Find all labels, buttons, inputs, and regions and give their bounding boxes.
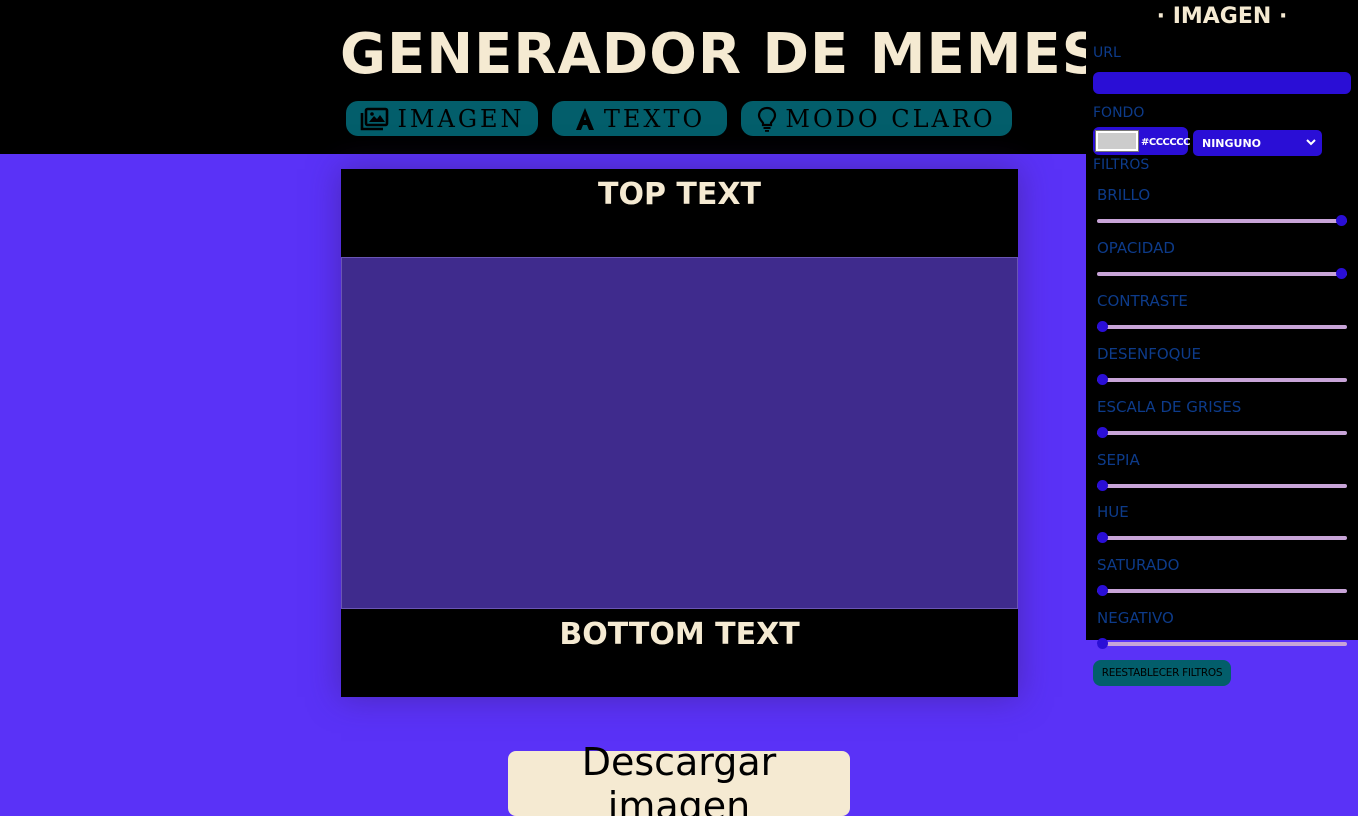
- reset-filters-button[interactable]: REESTABLECER FILTROS: [1093, 660, 1231, 686]
- app-title: GENERADOR DE MEMES: [340, 22, 1104, 87]
- filter-label: OPACIDAD: [1097, 238, 1175, 257]
- filter-label: BRILLO: [1097, 186, 1151, 204]
- filter-slider-track[interactable]: [1097, 589, 1347, 594]
- lightbulb-icon: [757, 106, 777, 132]
- filter-slider-track[interactable]: [1097, 219, 1347, 223]
- filter-slider-track[interactable]: [1097, 430, 1347, 435]
- filter-label: DESENFOQUE: [1097, 344, 1201, 363]
- filter-slider-thumb[interactable]: [1097, 532, 1108, 544]
- color-hex-value: #CCCCCC: [1141, 137, 1190, 148]
- filter-slider-track[interactable]: [1097, 536, 1347, 541]
- filter-label: SEPIA: [1097, 450, 1140, 469]
- filter-slider-row: DESENFOQUE: [1097, 345, 1347, 397]
- blend-mode-select[interactable]: NINGUNO: [1193, 130, 1322, 156]
- filter-slider-thumb[interactable]: [1097, 426, 1108, 438]
- filter-slider-thumb[interactable]: [1097, 373, 1108, 385]
- text-icon: [574, 107, 596, 131]
- url-input[interactable]: [1093, 72, 1351, 94]
- chevron-down-icon: [1305, 136, 1317, 151]
- modo-claro-button[interactable]: MODO CLARO: [741, 101, 1012, 136]
- filter-slider-row: BRILLO: [1097, 186, 1347, 238]
- filter-slider-thumb[interactable]: [1097, 638, 1108, 650]
- bottom-text: BOTTOM TEXT: [559, 617, 800, 652]
- filter-slider-row: OPACIDAD: [1097, 239, 1347, 291]
- filter-slider-row: ESCALA DE GRISES: [1097, 398, 1347, 450]
- filter-slider-thumb[interactable]: [1097, 585, 1108, 597]
- filter-slider-thumb[interactable]: [1097, 320, 1108, 332]
- filter-slider-track[interactable]: [1097, 324, 1347, 329]
- filter-slider-thumb[interactable]: [1336, 215, 1347, 226]
- panel-title: · IMAGEN ·: [1156, 4, 1288, 29]
- filter-slider-thumb[interactable]: [1336, 267, 1347, 279]
- texto-button[interactable]: TEXTO: [552, 101, 727, 136]
- url-label: URL: [1093, 45, 1121, 61]
- modo-claro-button-label: MODO CLARO: [785, 104, 996, 133]
- filter-slider-thumb[interactable]: [1097, 479, 1108, 491]
- download-button[interactable]: Descargar imagen: [508, 740, 850, 816]
- filter-slider-row: CONTRASTE: [1097, 292, 1347, 344]
- filter-slider-track[interactable]: [1097, 642, 1347, 647]
- filter-label: NEGATIVO: [1097, 609, 1174, 628]
- filter-slider-track[interactable]: [1097, 483, 1347, 488]
- filter-slider-track[interactable]: [1097, 377, 1347, 382]
- filter-slider-row: NEGATIVO: [1097, 609, 1347, 661]
- filter-slider-track[interactable]: [1097, 271, 1347, 276]
- filter-slider-row: HUE: [1097, 503, 1347, 555]
- blend-mode-value: NINGUNO: [1202, 136, 1262, 150]
- meme-canvas: TOP TEXT BOTTOM TEXT: [341, 169, 1018, 697]
- image-icon: [359, 107, 389, 131]
- filter-slider-row: SEPIA: [1097, 451, 1347, 503]
- filter-label: ESCALA DE GRISES: [1097, 397, 1242, 416]
- filter-label: HUE: [1097, 503, 1129, 522]
- filtros-label: FILTROS: [1093, 157, 1150, 173]
- filter-label: SATURADO: [1097, 556, 1180, 575]
- texto-button-label: TEXTO: [603, 104, 706, 133]
- color-swatch[interactable]: [1095, 130, 1139, 152]
- imagen-button[interactable]: IMAGEN: [346, 101, 538, 136]
- meme-image: [341, 257, 1018, 609]
- imagen-button-label: IMAGEN: [397, 104, 525, 133]
- filter-slider-row: SATURADO: [1097, 556, 1347, 608]
- fondo-label: FONDO: [1093, 105, 1145, 121]
- filter-label: CONTRASTE: [1097, 291, 1188, 310]
- top-text: TOP TEXT: [598, 177, 761, 212]
